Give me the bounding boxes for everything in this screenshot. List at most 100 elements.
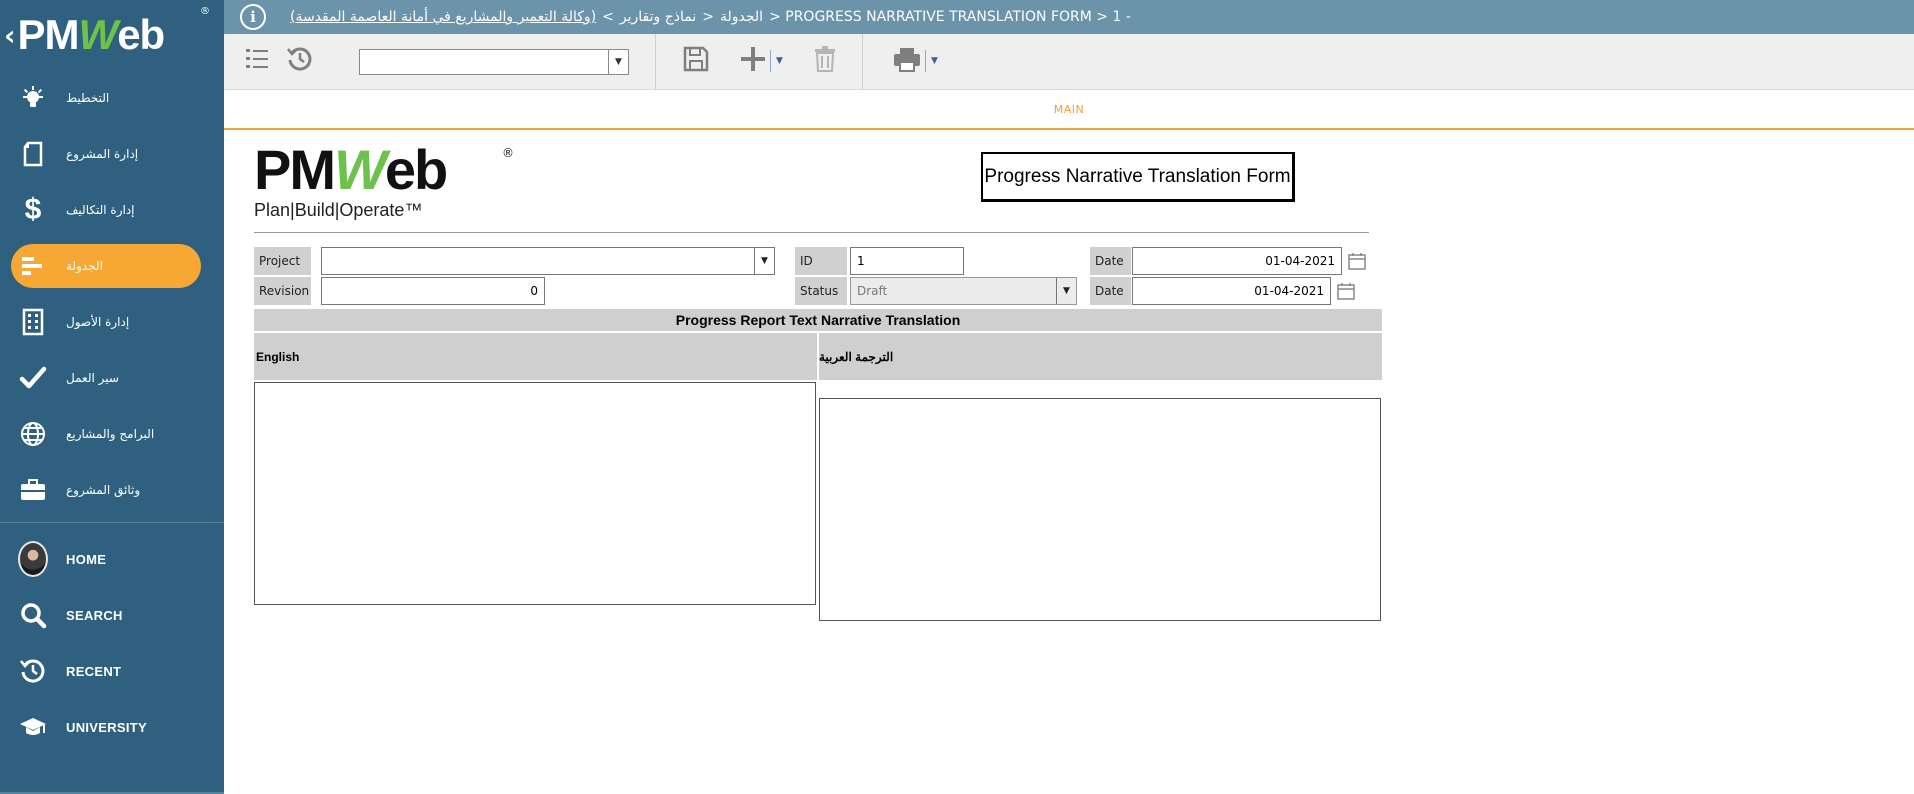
sidebar: ‹ PMWeb ® التخطيط إدارة المشروع $ إدارة … <box>0 0 224 794</box>
lightbulb-icon <box>18 83 48 113</box>
sidebar-item-home[interactable]: HOME <box>0 531 224 587</box>
date-field[interactable]: 01-04-2021 <box>1132 247 1342 275</box>
sidebar-item-label: UNIVERSITY <box>66 719 148 735</box>
sidebar-item-project-management[interactable]: إدارة المشروع <box>0 126 224 182</box>
sidebar-item-project-documents[interactable]: وثائق المشروع <box>0 462 224 518</box>
building-icon <box>18 307 48 337</box>
revision-field[interactable]: 0 <box>321 277 545 305</box>
form-logo: PMWeb ® Plan|Build|Operate™ <box>254 142 524 232</box>
chevron-down-icon[interactable]: ▼ <box>931 56 938 66</box>
sidebar-item-label: البرامج والمشاريع <box>66 427 155 441</box>
history-button[interactable] <box>286 46 314 76</box>
list-icon <box>244 46 270 76</box>
breadcrumb-forms-reports[interactable]: نماذج وتقارير <box>620 9 696 25</box>
registered-mark: ® <box>200 6 210 17</box>
save-icon <box>682 45 710 77</box>
sidebar-item-workflow[interactable]: سير العمل <box>0 350 224 406</box>
add-icon <box>739 45 767 77</box>
sidebar-item-label: إدارة التكاليف <box>66 203 135 217</box>
chevron-down-icon[interactable]: ▼ <box>754 248 774 274</box>
breadcrumb-scheduling[interactable]: الجدولة <box>720 9 763 25</box>
chevron-down-icon[interactable]: ▼ <box>776 56 783 66</box>
id-label: ID <box>795 247 847 275</box>
breadcrumb-bar: i (وكالة التعمير والمشاريع في أمانة العا… <box>224 0 1914 34</box>
system-nav: HOME SEARCH RECENT UNIVERSITY <box>0 531 224 755</box>
add-button[interactable]: ▼ <box>739 46 783 76</box>
registered-mark: ® <box>502 146 514 160</box>
view-select[interactable]: ▼ <box>359 49 629 75</box>
form-body: PMWeb ® Plan|Build|Operate™ Progress Nar… <box>224 132 1914 794</box>
list-button[interactable] <box>244 46 270 76</box>
chevron-down-icon[interactable]: ▼ <box>1056 278 1076 304</box>
sidebar-item-label: إدارة المشروع <box>66 147 139 161</box>
form-logo-wordmark: PMWeb <box>254 138 448 201</box>
globe-icon <box>18 419 48 449</box>
form-divider <box>254 232 1369 233</box>
toolbar-divider <box>655 34 656 90</box>
briefcase-icon <box>18 475 48 505</box>
info-icon[interactable]: i <box>240 4 266 30</box>
sidebar-item-label: HOME <box>66 551 107 567</box>
english-textarea[interactable] <box>254 382 816 605</box>
graduation-cap-icon <box>18 712 48 742</box>
arabic-label: الترجمة العربية <box>819 333 1382 380</box>
gantt-icon <box>18 251 48 281</box>
sidebar-item-cost-management[interactable]: $ إدارة التكاليف <box>0 182 224 238</box>
module-nav: التخطيط إدارة المشروع $ إدارة التكاليف ا… <box>0 70 224 518</box>
arabic-textarea[interactable] <box>819 398 1381 621</box>
breadcrumb: (وكالة التعمير والمشاريع في أمانة العاصم… <box>290 9 1131 25</box>
print-icon <box>892 45 922 77</box>
breadcrumb-separator: < <box>602 9 614 25</box>
sidebar-item-label: RECENT <box>66 663 122 679</box>
save-button[interactable] <box>682 46 710 76</box>
history-icon <box>286 45 314 77</box>
sidebar-item-search[interactable]: SEARCH <box>0 587 224 643</box>
sidebar-item-label: وثائق المشروع <box>66 483 141 497</box>
revision-label: Revision <box>254 277 311 305</box>
tab-strip: MAIN <box>224 90 1914 130</box>
calendar-icon[interactable] <box>1337 282 1357 302</box>
delete-icon <box>813 45 837 77</box>
user-avatar <box>18 541 48 577</box>
project-label: Project <box>254 247 311 275</box>
document-icon <box>18 139 48 169</box>
id-field[interactable]: 1 <box>850 247 964 275</box>
sidebar-item-label: التخطيط <box>66 91 110 105</box>
form-logo-tagline: Plan|Build|Operate™ <box>254 200 423 220</box>
date-label: Date <box>1090 247 1131 275</box>
project-select[interactable]: ▼ <box>321 247 775 275</box>
recent-icon <box>18 656 48 686</box>
form-title: Progress Narrative Translation Form <box>981 152 1295 202</box>
sidebar-item-university[interactable]: UNIVERSITY <box>0 699 224 755</box>
sidebar-item-planning[interactable]: التخطيط <box>0 70 224 126</box>
toolbar-divider <box>862 34 863 90</box>
breadcrumb-link-agency[interactable]: (وكالة التعمير والمشاريع في أمانة العاصم… <box>290 9 596 25</box>
status-select[interactable]: Draft ▼ <box>850 277 1077 305</box>
english-label: English <box>254 333 817 380</box>
checkmark-icon <box>18 363 48 393</box>
breadcrumb-current: > PROGRESS NARRATIVE TRANSLATION FORM > … <box>769 9 1131 25</box>
dollar-icon: $ <box>24 193 42 226</box>
app-logo[interactable]: ‹ PMWeb ® <box>0 0 224 70</box>
sidebar-item-asset-management[interactable]: إدارة الأصول <box>0 294 224 350</box>
sidebar-item-label: الجدولة <box>66 259 103 273</box>
section-title: Progress Report Text Narrative Translati… <box>254 309 1382 331</box>
delete-button[interactable] <box>813 46 837 76</box>
sidebar-item-label: سير العمل <box>66 371 119 385</box>
chevron-down-icon[interactable]: ▼ <box>608 50 628 74</box>
status-select-value: Draft <box>857 284 888 298</box>
date-label: Date <box>1090 277 1131 305</box>
print-button[interactable]: ▼ <box>892 46 938 76</box>
sidebar-item-recent[interactable]: RECENT <box>0 643 224 699</box>
sidebar-item-programs-projects[interactable]: البرامج والمشاريع <box>0 406 224 462</box>
brand-logo: PMWeb <box>17 11 166 58</box>
toolbar: ▼ ▼ ▼ <box>224 34 1914 90</box>
back-chevron-icon[interactable]: ‹ <box>4 19 16 52</box>
calendar-icon[interactable] <box>1348 252 1368 272</box>
sidebar-item-label: إدارة الأصول <box>66 315 130 329</box>
split-divider <box>925 50 926 72</box>
sidebar-item-scheduling[interactable]: الجدولة <box>0 238 224 294</box>
sidebar-divider <box>0 522 224 523</box>
date-field[interactable]: 01-04-2021 <box>1132 277 1331 305</box>
tab-main[interactable]: MAIN <box>1054 103 1085 116</box>
